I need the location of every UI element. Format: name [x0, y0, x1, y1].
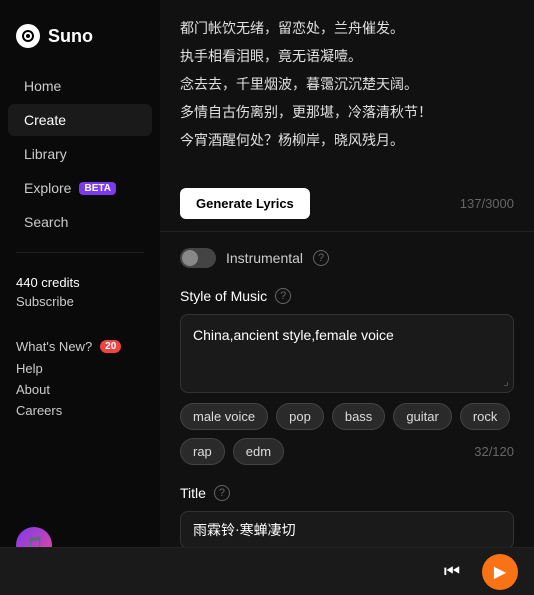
sidebar-item-explore[interactable]: Explore BETA — [8, 172, 152, 204]
sidebar-item-about[interactable]: About — [16, 379, 144, 400]
title-help-icon[interactable]: ? — [214, 485, 230, 501]
tag-rap[interactable]: rap — [180, 438, 225, 465]
generate-lyrics-button[interactable]: Generate Lyrics — [180, 188, 310, 219]
tag-male-voice[interactable]: male voice — [180, 403, 268, 430]
style-input[interactable]: China,ancient style,female voice — [193, 327, 501, 377]
sidebar-item-create[interactable]: Create — [8, 104, 152, 136]
notification-badge: 20 — [100, 340, 121, 353]
sidebar: Suno Home Create Library Explore BETA Se… — [0, 0, 160, 595]
sidebar-item-search[interactable]: Search — [8, 206, 152, 238]
play-icon: ▶ — [494, 562, 506, 582]
instrumental-help-icon[interactable]: ? — [313, 250, 329, 266]
sidebar-item-help[interactable]: Help — [16, 358, 144, 379]
prev-icon: ⏮ — [444, 561, 460, 582]
logo: Suno — [0, 16, 160, 68]
credits-text: 440 credits — [16, 275, 144, 290]
credits-section: 440 credits Subscribe — [0, 267, 160, 321]
style-textarea-wrapper: China,ancient style,female voice ⌟ — [180, 314, 514, 393]
tag-edm[interactable]: edm — [233, 438, 284, 465]
whats-new-item[interactable]: What's New? 20 — [16, 335, 144, 358]
play-button[interactable]: ▶ — [482, 554, 518, 590]
home-label: Home — [24, 78, 61, 94]
sidebar-item-library[interactable]: Library — [8, 138, 152, 170]
tag-rock[interactable]: rock — [460, 403, 511, 430]
lyrics-area: 都门帐饮无绪，留恋处，兰舟催发。 执手相看泪眼，竟无语凝噎。 念去去，千里烟波，… — [160, 0, 534, 180]
sidebar-bottom: What's New? 20 Help About Careers — [0, 335, 160, 421]
lyrics-line-3: 念去去，千里烟波，暮霭沉沉楚天阔。 — [180, 72, 514, 100]
resize-handle: ⌟ — [503, 374, 509, 388]
subscribe-button[interactable]: Subscribe — [16, 290, 144, 313]
logo-icon — [16, 24, 40, 48]
style-help-icon[interactable]: ? — [275, 288, 291, 304]
app-name: Suno — [48, 26, 93, 47]
style-char-count: 32/120 — [474, 444, 514, 459]
title-section-header: Title ? — [180, 485, 514, 501]
lyrics-line-2: 执手相看泪眼，竟无语凝噎。 — [180, 44, 514, 72]
main-content: 都门帐饮无绪，留恋处，兰舟催发。 执手相看泪眼，竟无语凝噎。 念去去，千里烟波，… — [160, 0, 534, 595]
style-tags: male voice pop bass guitar rock rap edm … — [180, 403, 514, 465]
instrumental-row: Instrumental ? — [160, 232, 534, 284]
title-input[interactable] — [193, 522, 501, 538]
player-bar: ⏮ ▶ — [0, 547, 534, 595]
whats-new-label: What's New? — [16, 339, 92, 354]
sidebar-item-careers[interactable]: Careers — [16, 400, 144, 421]
sidebar-item-home[interactable]: Home — [8, 70, 152, 102]
lyrics-line-4: 多情自古伤离别，更那堪，冷落清秋节！ — [180, 100, 514, 128]
lyrics-line-5: 今宵酒醒何处？杨柳岸，晓风残月。 — [180, 128, 514, 156]
style-section-header: Style of Music ? — [180, 288, 514, 304]
tag-bass[interactable]: bass — [332, 403, 385, 430]
search-label: Search — [24, 214, 68, 230]
lyrics-char-count: 137/3000 — [460, 196, 514, 211]
style-section: Style of Music ? China,ancient style,fem… — [160, 284, 534, 481]
lyrics-controls: Generate Lyrics 137/3000 — [160, 180, 534, 232]
toggle-thumb — [182, 250, 198, 266]
tag-guitar[interactable]: guitar — [393, 403, 452, 430]
style-section-label: Style of Music — [180, 288, 267, 304]
explore-label: Explore — [24, 180, 71, 196]
create-label: Create — [24, 112, 66, 128]
beta-badge: BETA — [79, 182, 115, 195]
lyrics-line-1: 都门帐饮无绪，留恋处，兰舟催发。 — [180, 16, 514, 44]
tag-pop[interactable]: pop — [276, 403, 324, 430]
instrumental-label: Instrumental — [226, 250, 303, 266]
title-section-label: Title — [180, 485, 206, 501]
lyrics-text: 都门帐饮无绪，留恋处，兰舟催发。 执手相看泪眼，竟无语凝噎。 念去去，千里烟波，… — [180, 16, 514, 156]
library-label: Library — [24, 146, 67, 162]
title-input-wrapper — [180, 511, 514, 549]
instrumental-toggle[interactable] — [180, 248, 216, 268]
previous-button[interactable]: ⏮ — [434, 554, 470, 590]
sidebar-divider — [16, 252, 144, 253]
